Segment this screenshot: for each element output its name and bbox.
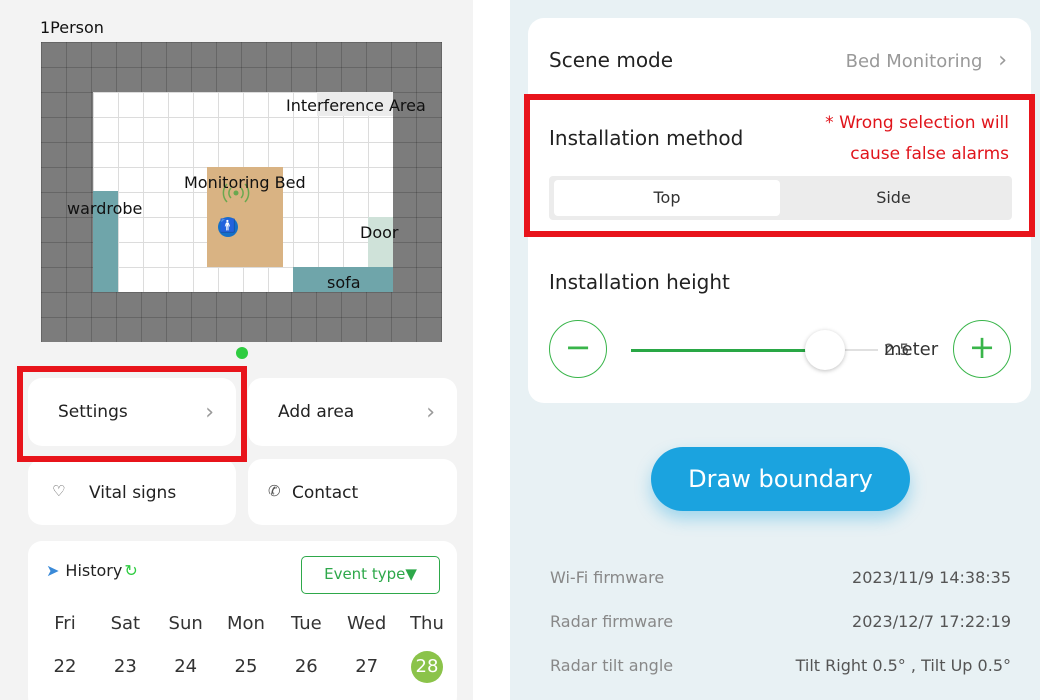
sofa-label: sofa	[327, 273, 361, 292]
date-item[interactable]: 23	[100, 651, 150, 683]
scene-mode-value: Bed Monitoring	[845, 51, 983, 72]
history-header: ➤ History ↻	[46, 561, 138, 580]
info-value: Tilt Right 0.5° , Tilt Up 0.5°	[795, 656, 1011, 675]
person-count: 1Person	[40, 18, 104, 37]
scene-mode-selector[interactable]: Bed Monitoring ›	[846, 48, 1007, 73]
chevron-right-icon: ›	[205, 400, 214, 425]
info-value: 2023/12/7 17:22:19	[852, 612, 1011, 631]
settings-card: Scene mode Bed Monitoring › Installation…	[528, 18, 1031, 403]
contact-button[interactable]: ✆ Contact	[248, 459, 457, 525]
send-icon: ➤	[46, 561, 60, 580]
caret-down-icon: ▼	[405, 565, 417, 583]
person-icon: 🚹	[218, 217, 238, 237]
weekday-label: Thu	[410, 613, 444, 634]
installation-method-toggle: Top Side	[549, 176, 1012, 220]
scene-mode-label: Scene mode	[549, 48, 674, 72]
method-option-side[interactable]: Side	[780, 180, 1007, 216]
add-area-label: Add area	[278, 402, 355, 422]
date-item[interactable]: 27	[342, 651, 392, 683]
add-area-button[interactable]: Add area ›	[248, 378, 457, 446]
wardrobe-label: wardrobe	[67, 199, 143, 218]
increase-height-button[interactable]: +	[953, 320, 1011, 378]
date-item[interactable]: 25	[221, 651, 271, 683]
weekday-label: Wed	[347, 613, 387, 634]
vital-signs-label: Vital signs	[89, 483, 177, 503]
date-row: 22 23 24 25 26 27 28	[40, 651, 452, 683]
door-label: Door	[360, 223, 399, 242]
room-map[interactable]: 🚹 Interference Area Monitoring Bed wardr…	[41, 42, 442, 342]
heart-icon: ♡	[52, 482, 66, 500]
weekday-row: Fri Sat Sun Mon Tue Wed Thu	[40, 613, 452, 634]
weekday-label: Mon	[227, 613, 265, 634]
status-dot	[236, 347, 248, 359]
info-key: Radar firmware	[550, 612, 674, 631]
settings-label: Settings	[58, 402, 128, 422]
monitoring-bed-label: Monitoring Bed	[184, 173, 306, 192]
date-item[interactable]: 24	[161, 651, 211, 683]
date-item[interactable]: 26	[281, 651, 331, 683]
weekday-label: Fri	[54, 613, 76, 634]
height-slider-fill	[631, 349, 826, 352]
vital-signs-button[interactable]: ♡ Vital signs	[28, 459, 236, 525]
refresh-icon[interactable]: ↻	[124, 561, 137, 580]
event-type-label: Event type	[324, 565, 406, 583]
installation-height-label: Installation height	[549, 270, 730, 294]
weekday-label: Sun	[168, 613, 203, 634]
chevron-right-icon: ›	[998, 48, 1007, 73]
settings-button[interactable]: Settings ›	[28, 378, 236, 446]
info-key: Wi-Fi firmware	[550, 568, 665, 587]
weekday-label: Sat	[110, 613, 141, 634]
history-title: History	[65, 561, 123, 580]
info-value: 2023/11/9 14:38:35	[852, 568, 1011, 587]
installation-method-label: Installation method	[549, 126, 744, 150]
event-type-dropdown[interactable]: Event type▼	[301, 556, 440, 594]
decrease-height-button[interactable]: −	[549, 320, 607, 378]
height-slider-thumb[interactable]	[805, 330, 845, 370]
draw-boundary-button[interactable]: Draw boundary	[651, 447, 910, 511]
history-card: ➤ History ↻ Event type▼ Fri Sat Sun Mon Tu…	[28, 541, 457, 700]
phone-icon: ✆	[268, 482, 281, 500]
date-item[interactable]: 22	[40, 651, 90, 683]
right-panel: Scene mode Bed Monitoring › Installation…	[510, 0, 1040, 700]
weekday-label: Tue	[290, 613, 322, 634]
chevron-right-icon: ›	[426, 400, 435, 425]
warning-text: * Wrong selection will cause false alarm…	[825, 113, 1009, 164]
interference-area-label: Interference Area	[286, 96, 426, 115]
selected-date: 28	[410, 651, 443, 683]
contact-label: Contact	[292, 483, 359, 503]
left-panel: 1Person 🚹 Interference Area Monitoring B…	[0, 0, 473, 700]
info-key: Radar tilt angle	[550, 656, 674, 675]
date-item-selected[interactable]: 28	[402, 651, 452, 683]
height-unit: meter	[884, 339, 939, 360]
method-option-top[interactable]: Top	[554, 180, 780, 216]
